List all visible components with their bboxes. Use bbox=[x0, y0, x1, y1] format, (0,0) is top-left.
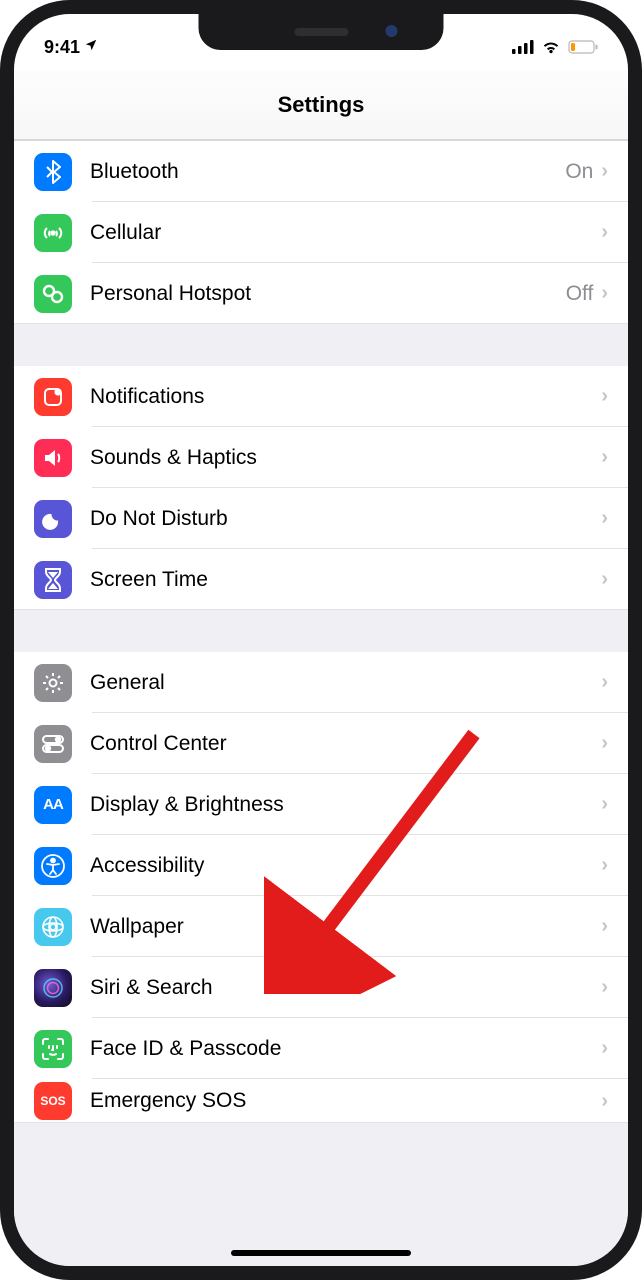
chevron-right-icon: › bbox=[601, 568, 608, 591]
settings-group-general: General › Control Center › AA Display & … bbox=[14, 652, 628, 1123]
row-label: Wallpaper bbox=[90, 915, 601, 939]
location-arrow-icon bbox=[84, 38, 98, 56]
row-bluetooth[interactable]: Bluetooth On › bbox=[14, 141, 628, 202]
screentime-icon bbox=[34, 561, 72, 599]
row-label: Do Not Disturb bbox=[90, 507, 601, 531]
chevron-right-icon: › bbox=[601, 221, 608, 244]
page-title: Settings bbox=[278, 92, 365, 118]
chevron-right-icon: › bbox=[601, 385, 608, 408]
row-label: Sounds & Haptics bbox=[90, 446, 601, 470]
row-general[interactable]: General › bbox=[14, 652, 628, 713]
row-siri[interactable]: Siri & Search › bbox=[14, 957, 628, 1018]
sos-icon: SOS bbox=[34, 1082, 72, 1120]
chevron-right-icon: › bbox=[601, 1090, 608, 1113]
chevron-right-icon: › bbox=[601, 915, 608, 938]
siri-icon bbox=[34, 969, 72, 1007]
row-label: Notifications bbox=[90, 385, 601, 409]
row-sounds[interactable]: Sounds & Haptics › bbox=[14, 427, 628, 488]
row-hotspot[interactable]: Personal Hotspot Off › bbox=[14, 263, 628, 324]
notifications-icon bbox=[34, 378, 72, 416]
phone-frame: 9:41 bbox=[0, 0, 642, 1280]
signal-icon bbox=[512, 40, 534, 54]
general-icon bbox=[34, 664, 72, 702]
row-label: Personal Hotspot bbox=[90, 282, 566, 306]
row-label: Screen Time bbox=[90, 568, 601, 592]
row-controlcenter[interactable]: Control Center › bbox=[14, 713, 628, 774]
row-label: Cellular bbox=[90, 221, 601, 245]
chevron-right-icon: › bbox=[601, 732, 608, 755]
row-label: Emergency SOS bbox=[90, 1089, 601, 1113]
controlcenter-icon bbox=[34, 725, 72, 763]
wifi-icon bbox=[541, 40, 561, 54]
row-display[interactable]: AA Display & Brightness › bbox=[14, 774, 628, 835]
row-notifications[interactable]: Notifications › bbox=[14, 366, 628, 427]
chevron-right-icon: › bbox=[601, 446, 608, 469]
chevron-right-icon: › bbox=[601, 282, 608, 305]
home-indicator bbox=[231, 1250, 411, 1256]
row-screentime[interactable]: Screen Time › bbox=[14, 549, 628, 610]
device-notch bbox=[199, 14, 444, 50]
row-label: Control Center bbox=[90, 732, 601, 756]
dnd-icon bbox=[34, 500, 72, 538]
wallpaper-icon bbox=[34, 908, 72, 946]
settings-group-attention: Notifications › Sounds & Haptics › Do No… bbox=[14, 366, 628, 610]
chevron-right-icon: › bbox=[601, 854, 608, 877]
bluetooth-icon bbox=[34, 153, 72, 191]
sounds-icon bbox=[34, 439, 72, 477]
row-label: General bbox=[90, 671, 601, 695]
status-time: 9:41 bbox=[44, 37, 80, 58]
battery-icon bbox=[568, 40, 598, 54]
chevron-right-icon: › bbox=[601, 793, 608, 816]
row-label: Accessibility bbox=[90, 854, 601, 878]
display-icon: AA bbox=[34, 786, 72, 824]
chevron-right-icon: › bbox=[601, 507, 608, 530]
settings-list[interactable]: Bluetooth On › Cellular › Personal Hotsp… bbox=[14, 140, 628, 1266]
row-sos[interactable]: SOS Emergency SOS › bbox=[14, 1079, 628, 1123]
nav-header: Settings bbox=[14, 70, 628, 140]
row-label: Siri & Search bbox=[90, 976, 601, 1000]
chevron-right-icon: › bbox=[601, 671, 608, 694]
row-cellular[interactable]: Cellular › bbox=[14, 202, 628, 263]
chevron-right-icon: › bbox=[601, 1037, 608, 1060]
row-value: On bbox=[565, 160, 593, 184]
settings-group-connectivity: Bluetooth On › Cellular › Personal Hotsp… bbox=[14, 140, 628, 324]
row-dnd[interactable]: Do Not Disturb › bbox=[14, 488, 628, 549]
row-value: Off bbox=[566, 282, 594, 306]
row-label: Display & Brightness bbox=[90, 793, 601, 817]
row-faceid[interactable]: Face ID & Passcode › bbox=[14, 1018, 628, 1079]
accessibility-icon bbox=[34, 847, 72, 885]
row-label: Bluetooth bbox=[90, 160, 565, 184]
chevron-right-icon: › bbox=[601, 160, 608, 183]
row-label: Face ID & Passcode bbox=[90, 1037, 601, 1061]
cellular-icon bbox=[34, 214, 72, 252]
faceid-icon bbox=[34, 1030, 72, 1068]
row-wallpaper[interactable]: Wallpaper › bbox=[14, 896, 628, 957]
hotspot-icon bbox=[34, 275, 72, 313]
row-accessibility[interactable]: Accessibility › bbox=[14, 835, 628, 896]
chevron-right-icon: › bbox=[601, 976, 608, 999]
